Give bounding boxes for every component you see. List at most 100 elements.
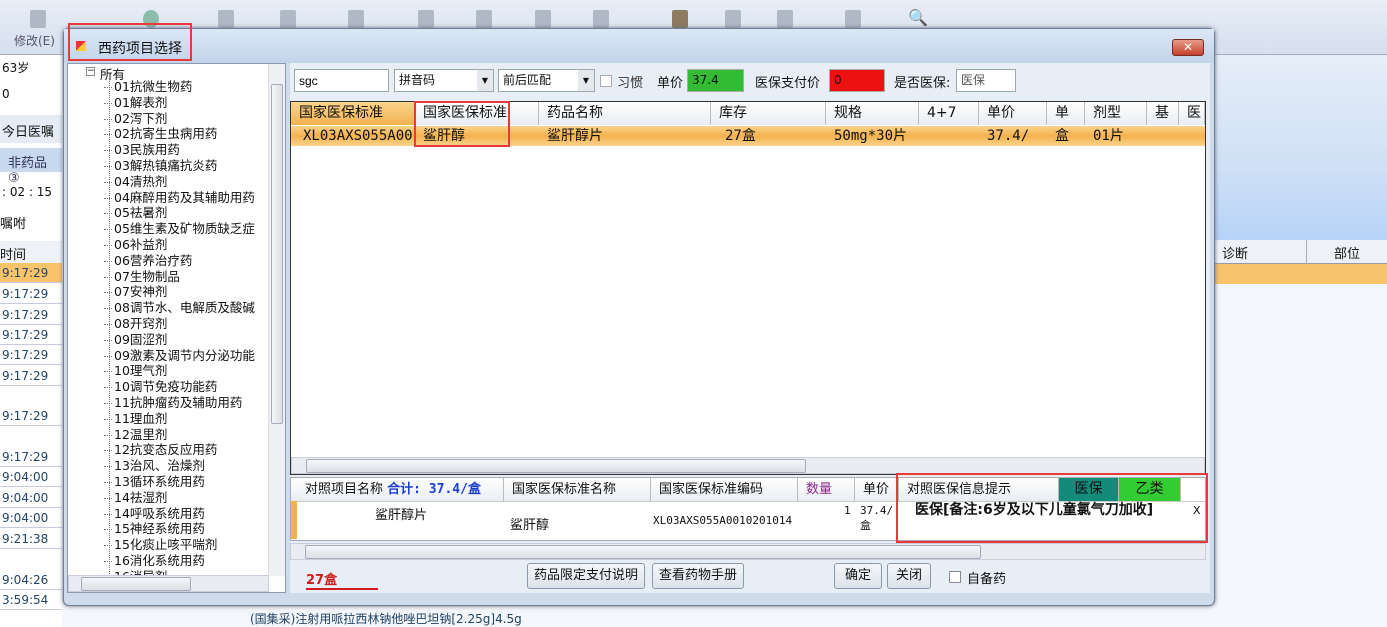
tree-item[interactable]: 07安神剂 [103,284,167,300]
tree-horizontal-scrollbar[interactable] [68,575,269,592]
self-drug-checkbox[interactable] [949,571,961,583]
toolbar-icon[interactable] [535,10,551,28]
scroll-thumb[interactable] [305,545,981,559]
time-cell[interactable]: 9:17:29 [0,447,62,467]
tree-item[interactable]: 09激素及调节内分泌功能 [104,348,255,364]
tree-item[interactable]: 10调节免疫功能药 [103,379,217,395]
search-icon[interactable]: 🔍 [908,8,928,27]
time-cell[interactable]: 9:17:29 [0,406,62,426]
tree-item[interactable]: 07生物制品 [104,269,180,285]
toolbar-icon[interactable] [777,10,793,28]
chevron-down-icon[interactable]: ▼ [578,70,594,91]
search-mode-select[interactable]: 拼音码 ▼ [394,69,494,92]
tree-item[interactable]: 06营养治疗药 [103,253,192,269]
detail-horizontal-scrollbar[interactable] [290,543,1206,560]
limit-payment-button[interactable]: 药品限定支付说明 [527,563,645,589]
col-header[interactable]: 药品名称 [539,102,711,125]
habit-checkbox[interactable] [600,75,612,87]
scroll-thumb[interactable] [271,84,283,424]
col-header[interactable]: 规格 [826,102,919,125]
scroll-thumb[interactable] [306,459,806,473]
title-bar[interactable]: 西药项目选择 ✕ [64,29,1214,63]
time-cell[interactable]: 9:17:29 [0,366,62,386]
tree-item[interactable]: 10理气剂 [103,363,167,379]
category-tree[interactable]: − 所有 01抗微生物药 01解表剂 02泻下剂 02抗寄生虫病用药 03民族用药 03解… [67,63,286,593]
tree-item[interactable]: 02泻下剂 [103,111,167,127]
col-header[interactable]: 单价 [979,102,1047,125]
chevron-down-icon[interactable]: ▼ [477,70,493,91]
tree-item[interactable]: 14祛湿剂 [103,490,167,506]
std-name: 鲨肝醇 [510,518,550,533]
col-header[interactable]: 国家医保标准 [291,102,415,125]
time-cell[interactable]: 9:04:00 [0,488,62,508]
table-cell: XL03AXS055A00 [303,128,413,144]
grid-horizontal-scrollbar[interactable] [291,457,1205,474]
edit-button[interactable]: 修改(E) [14,32,55,49]
toolbar-icon[interactable] [218,10,234,28]
tab-today-orders[interactable]: 今日医嘱 [0,115,62,143]
ok-button[interactable]: 确定 [834,563,882,589]
drug-manual-button[interactable]: 查看药物手册 [652,563,744,589]
tree-item[interactable]: 16消化系统用药 [104,553,205,569]
time-cell[interactable]: 9:17:29 [0,263,62,283]
tree-item[interactable]: 04麻醉用药及其辅助用药 [104,190,255,206]
tree-item[interactable]: 13循环系统用药 [104,474,205,490]
tree-item[interactable]: 05祛暑剂 [103,205,167,221]
toolbar-icon[interactable] [845,10,861,28]
col-header[interactable]: 4+7 [919,102,979,125]
background-panel [1214,55,1387,240]
collapse-icon[interactable]: − [86,67,95,76]
tree-item[interactable]: 04清热剂 [103,174,167,190]
tree-item[interactable]: 08开窍剂 [103,316,167,332]
tree-item[interactable]: 13治风、治燥剂 [104,458,205,474]
tree-item[interactable]: 05维生素及矿物质缺乏症 [104,221,255,237]
tree-vertical-scrollbar[interactable] [268,64,285,576]
col-header[interactable]: 剂型 [1085,102,1147,125]
time-cell[interactable]: 9:04:00 [0,508,62,528]
search-input[interactable] [294,69,389,92]
tree-item[interactable]: 03民族用药 [104,142,180,158]
toolbar-icon[interactable] [593,10,609,28]
time-cell[interactable]: 9:17:29 [0,325,62,345]
col-header[interactable]: 库存 [711,102,826,125]
toolbar-icon[interactable] [280,10,296,28]
col-header[interactable]: 基 [1147,102,1179,125]
time-field[interactable]: : 02 : 15 [2,185,52,199]
tree-item[interactable]: 14呼吸系统用药 [104,506,205,522]
tree-item[interactable]: 09固涩剂 [103,332,167,348]
col-header[interactable]: 单 [1047,102,1085,125]
toolbar-icon[interactable] [418,10,434,28]
col-header[interactable]: 医 [1179,102,1205,125]
drug-grid[interactable]: 国家医保标准 国家医保标准 药品名称 库存 规格 4+7 单价单剂型基医 XL03AXS05… [290,101,1206,475]
tree-item[interactable]: 12抗变态反应用药 [103,442,217,458]
close-dialog-button[interactable]: 关闭 [887,563,931,589]
tab-non-drug[interactable]: 非药品 ③ [0,148,62,186]
toolbar-icon[interactable] [476,10,492,28]
time-cell[interactable]: 9:17:29 [0,345,62,365]
tree-item[interactable]: 02抗寄生虫病用药 [103,126,217,142]
time-cell[interactable]: 9:21:38 [0,529,62,549]
tree-item[interactable]: 08调节水、电解质及酸碱 [104,300,255,316]
exit-icon[interactable] [672,10,688,28]
toolbar-icon[interactable] [30,10,46,28]
tree-item[interactable]: 03解热镇痛抗炎药 [103,158,217,174]
toolbar-icon[interactable] [348,10,364,28]
toolbar-icon[interactable] [725,10,741,28]
time-cell[interactable]: 3:59:54 [0,590,62,610]
tree-item[interactable]: 11抗肿瘤药及辅助用药 [103,395,242,411]
tree-item[interactable]: 11理血剂 [103,411,167,427]
close-button[interactable]: ✕ [1172,39,1204,56]
tree-item[interactable]: 01解表剂 [103,95,167,111]
match-mode-select[interactable]: 前后匹配 ▼ [498,69,595,92]
scroll-thumb[interactable] [81,577,191,591]
tree-item[interactable]: 15化痰止咳平喘剂 [103,537,217,553]
tree-item[interactable]: 06补益剂 [103,237,167,253]
time-cell[interactable]: 9:17:29 [0,305,62,325]
time-cell[interactable]: 9:04:26 [0,570,62,590]
tree-item[interactable]: 12温里剂 [103,427,167,443]
tree-item[interactable]: 01抗微生物药 [103,79,192,95]
time-cell[interactable]: 9:17:29 [0,284,62,304]
time-cell[interactable]: 9:04:00 [0,467,62,487]
selected-row[interactable] [1214,264,1387,284]
tree-item[interactable]: 15神经系统用药 [104,521,205,537]
